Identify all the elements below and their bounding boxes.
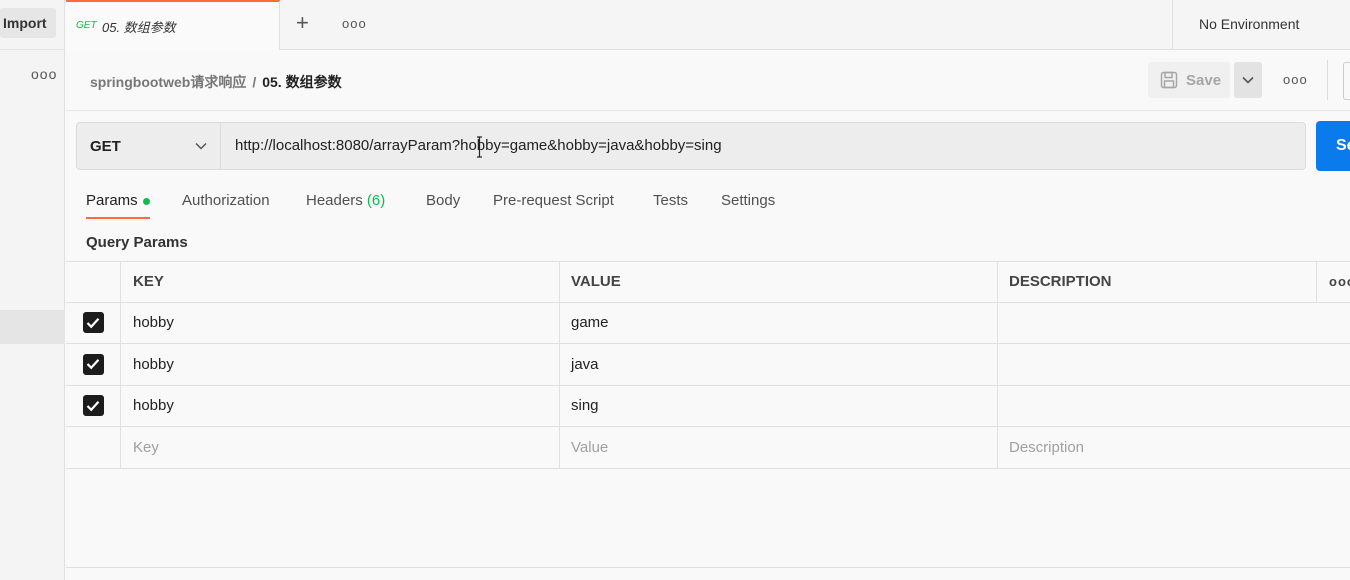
breadcrumb-collection[interactable]: springbootweb请求响应 (90, 74, 246, 90)
row-check-cell (66, 385, 121, 426)
tab-prerequest-script[interactable]: Pre-request Script (493, 192, 614, 209)
tab-settings[interactable]: Settings (721, 192, 775, 209)
params-active-dot (142, 197, 150, 205)
url-bar: GET http://localhost:8080/arrayParam?hob… (76, 122, 1306, 170)
breadcrumb-separator: / (252, 74, 257, 90)
save-icon (1160, 71, 1178, 89)
param-description[interactable] (998, 303, 1316, 344)
toolbar-divider (1327, 60, 1328, 100)
right-panel-toggle[interactable] (1343, 62, 1350, 100)
environment-selector[interactable]: No Environment (1172, 0, 1350, 50)
param-description[interactable] (998, 344, 1316, 385)
query-params-heading: Query Params (86, 234, 188, 251)
sidebar: Import ooo (0, 0, 65, 580)
table-row: hobby game (66, 302, 1350, 344)
header-divider (66, 110, 1350, 111)
response-pane-divider (66, 567, 1350, 568)
tab-tests[interactable]: Tests (653, 192, 688, 209)
table-row: hobby sing (66, 385, 1350, 427)
save-dropdown-button[interactable] (1234, 62, 1262, 98)
new-tab-plus-icon[interactable]: + (296, 10, 309, 36)
chevron-down-icon (1242, 76, 1254, 84)
tab-array-params[interactable]: GET 05. 数组参数 (66, 0, 280, 50)
tab-title: 05. 数组参数 (102, 20, 176, 35)
table-more-icon[interactable]: ooo (1316, 262, 1350, 302)
postman-window: Import ooo GET 05. 数组参数 + ooo No Environ… (0, 0, 1350, 580)
param-value[interactable]: sing (560, 385, 998, 426)
chevron-down-icon (195, 142, 207, 150)
tab-headers-label: Headers (306, 192, 363, 209)
tab-params[interactable]: Params (86, 192, 150, 219)
param-description[interactable] (998, 386, 1316, 427)
sidebar-selected-item[interactable] (0, 310, 65, 344)
param-key[interactable]: hobby (121, 344, 560, 385)
query-params-table: KEY VALUE DESCRIPTION ooo hobby game hob… (66, 261, 1350, 469)
method-label: GET (90, 137, 121, 155)
param-checkbox[interactable] (82, 353, 104, 375)
breadcrumb: springbootweb请求响应 / 05. 数组参数 (90, 72, 342, 92)
table-row: hobby java (66, 344, 1350, 386)
table-header-row: KEY VALUE DESCRIPTION ooo (66, 261, 1350, 303)
checkmark-icon (86, 400, 100, 412)
tab-params-label: Params (86, 192, 138, 209)
param-value[interactable]: java (560, 344, 998, 385)
row-check-cell (66, 344, 121, 385)
checkmark-icon (86, 317, 100, 329)
tab-bar: GET 05. 数组参数 + ooo No Environment (66, 0, 1350, 50)
new-description-input[interactable]: Description (998, 427, 1316, 468)
column-header-key: KEY (121, 262, 560, 302)
table-row-new: Key Value Description (66, 427, 1350, 469)
save-label: Save (1186, 71, 1222, 89)
headers-count: (6) (366, 192, 386, 209)
request-more-icon[interactable]: ooo (1283, 72, 1308, 87)
save-button[interactable]: Save (1148, 62, 1230, 98)
new-value-input[interactable]: Value (560, 427, 998, 468)
new-key-input[interactable]: Key (121, 427, 560, 468)
sidebar-more-icon[interactable]: ooo (31, 66, 57, 82)
checkmark-icon (86, 359, 100, 370)
tab-headers[interactable]: Headers (6) (306, 192, 385, 209)
import-button[interactable]: Import (0, 8, 56, 38)
param-key[interactable]: hobby (121, 302, 560, 343)
sidebar-divider (0, 49, 65, 50)
header-check-cell (66, 262, 121, 302)
param-key[interactable]: hobby (121, 385, 560, 426)
breadcrumb-request-name[interactable]: 05. 数组参数 (262, 74, 341, 90)
text-cursor-icon (477, 136, 482, 158)
tab-method-label: GET (76, 20, 97, 31)
param-checkbox[interactable] (82, 395, 104, 417)
param-value[interactable]: game (560, 302, 998, 343)
send-button[interactable]: Se (1316, 121, 1350, 171)
tab-more-icon[interactable]: ooo (342, 16, 367, 31)
column-header-value: VALUE (560, 262, 998, 302)
tab-authorization[interactable]: Authorization (182, 192, 270, 209)
row-check-cell (66, 302, 121, 343)
param-checkbox[interactable] (82, 312, 104, 334)
column-header-description: DESCRIPTION (1009, 273, 1112, 291)
environment-label: No Environment (1199, 16, 1300, 32)
row-check-cell (66, 427, 121, 468)
tab-body[interactable]: Body (426, 192, 460, 209)
method-select[interactable]: GET (77, 123, 221, 169)
